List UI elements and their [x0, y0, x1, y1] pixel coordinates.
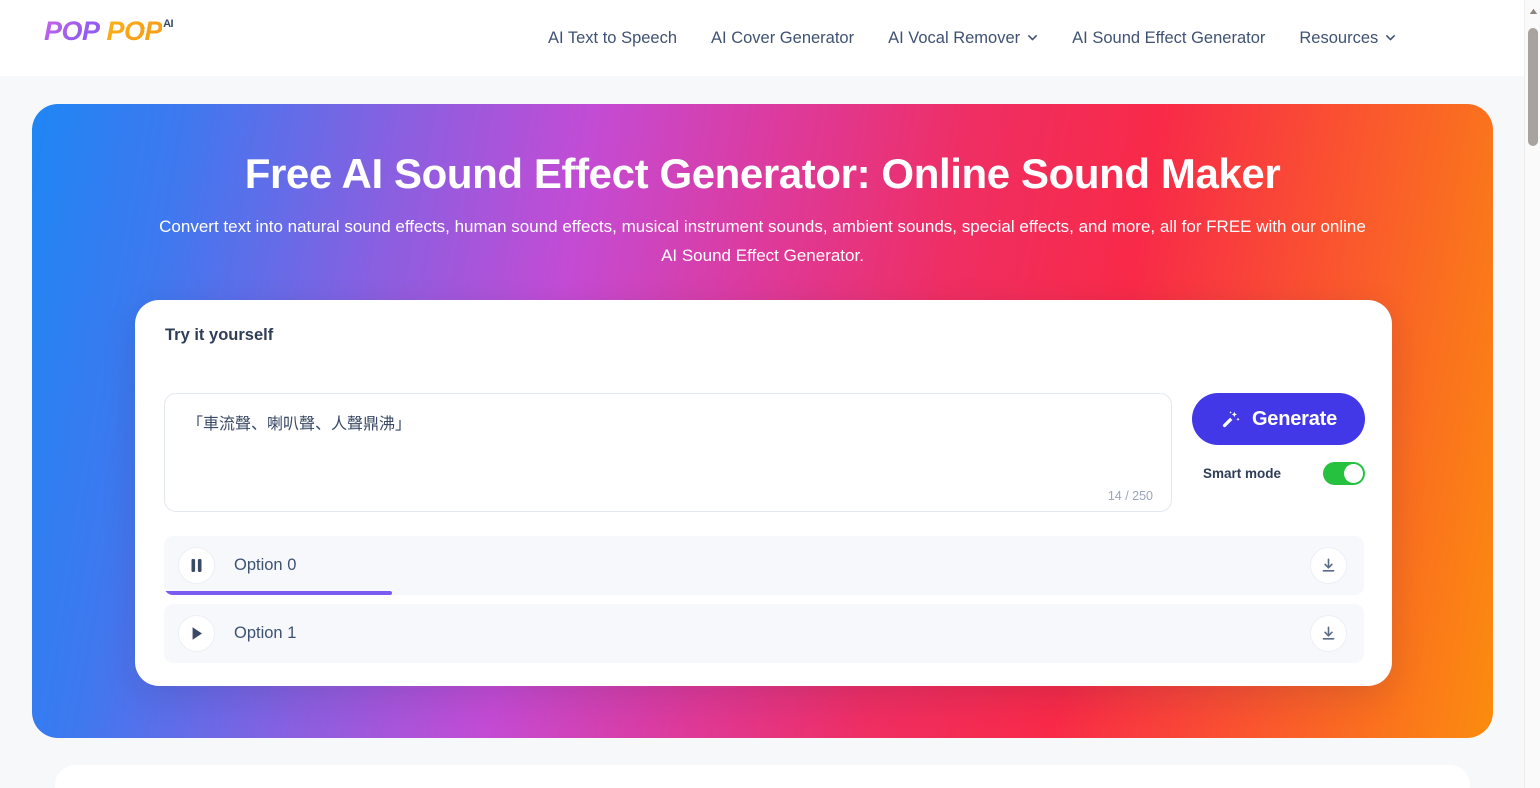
nav-item-ai-cover-generator[interactable]: AI Cover Generator: [694, 29, 871, 48]
generate-button[interactable]: Generate: [1192, 393, 1365, 445]
nav-label: AI Vocal Remover: [888, 28, 1021, 47]
card-title: Try it yourself: [165, 326, 274, 344]
scroll-up-arrow-icon[interactable]: [1525, 3, 1540, 19]
prompt-textarea[interactable]: 「車流聲、喇叭聲、人聲鼎沸」 14 / 250: [164, 393, 1172, 512]
logo-ai-superscript: AI: [163, 18, 174, 30]
audio-option-row[interactable]: Option 1: [164, 604, 1364, 663]
nav-item-ai-text-to-speech[interactable]: AI Text to Speech: [548, 29, 694, 48]
next-section-card: [55, 765, 1470, 788]
nav-item-resources[interactable]: Resources: [1282, 29, 1413, 48]
page-title: Free AI Sound Effect Generator: Online S…: [244, 150, 1281, 197]
nav-label: AI Text to Speech: [548, 28, 678, 47]
smart-mode-label: Smart mode: [1203, 466, 1282, 481]
page-subtitle: Convert text into natural sound effects,…: [159, 217, 1366, 265]
chevron-down-icon: [1027, 32, 1038, 43]
smart-mode-row: Smart mode: [1203, 462, 1365, 485]
smart-mode-toggle[interactable]: [1323, 462, 1365, 485]
nav-item-ai-sound-effect-generator[interactable]: AI Sound Effect Generator: [1055, 29, 1282, 48]
logo-pop-purple: POP: [44, 16, 100, 46]
nav-item-ai-vocal-remover[interactable]: AI Vocal Remover: [871, 29, 1055, 48]
scrollbar-thumb[interactable]: [1528, 28, 1538, 146]
prompt-text-value: 「車流聲、喇叭聲、人聲鼎沸」: [187, 416, 412, 433]
download-icon[interactable]: [1310, 547, 1347, 584]
nav-label: AI Sound Effect Generator: [1072, 28, 1266, 47]
chevron-down-icon: [1385, 32, 1396, 43]
character-counter: 14 / 250: [1107, 489, 1153, 503]
audio-option-label: Option 1: [234, 624, 297, 642]
main-navigation: AI Text to Speech AI Cover Generator AI …: [548, 0, 1413, 76]
site-header: POP POP AI AI Text to Speech AI Cover Ge…: [0, 0, 1524, 76]
generate-button-label: Generate: [1251, 407, 1338, 430]
playback-progress-bar[interactable]: [164, 591, 392, 595]
nav-label: AI Cover Generator: [711, 28, 855, 47]
download-icon[interactable]: [1310, 615, 1347, 652]
magic-wand-icon: [1220, 409, 1241, 430]
try-it-card: Try it yourself 「車流聲、喇叭聲、人聲鼎沸」 14 / 250 …: [135, 300, 1392, 686]
logo-pop-orange: POP: [106, 16, 163, 46]
page-scrollbar[interactable]: [1524, 0, 1540, 788]
pause-icon[interactable]: [178, 547, 215, 584]
hero-banner: Free AI Sound Effect Generator: Online S…: [32, 104, 1493, 738]
nav-label: Resources: [1299, 28, 1379, 47]
audio-option-row[interactable]: Option 0: [164, 536, 1364, 595]
logo[interactable]: POP POP AI: [44, 16, 174, 46]
toggle-knob: [1344, 464, 1363, 483]
play-icon[interactable]: [178, 615, 215, 652]
audio-option-label: Option 0: [234, 556, 297, 574]
